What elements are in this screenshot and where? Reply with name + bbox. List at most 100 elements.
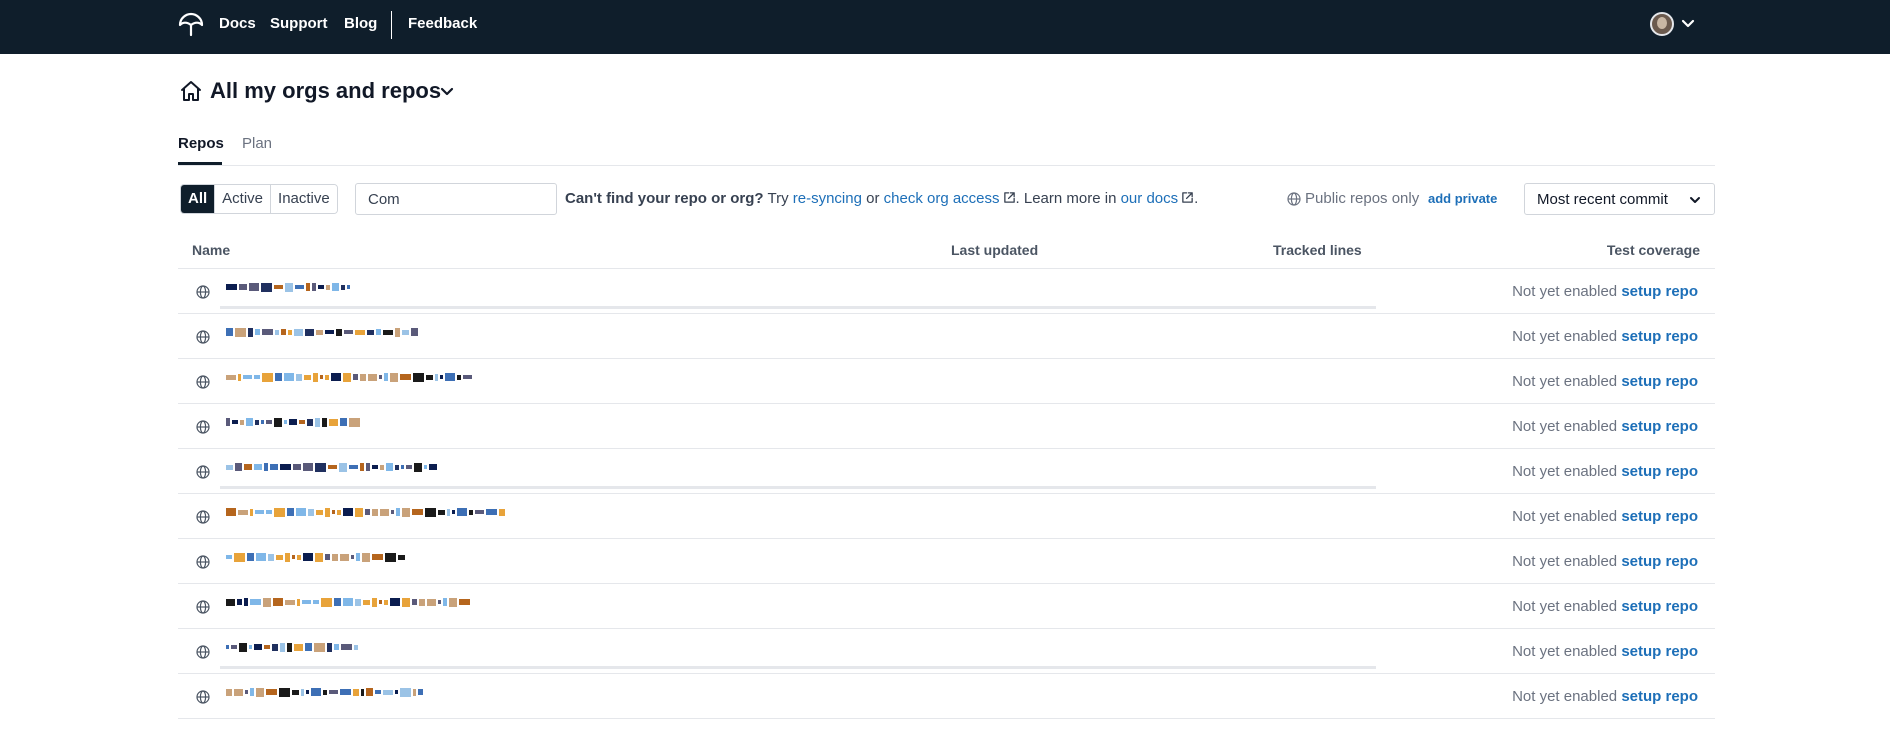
repo-search-input[interactable] [355, 183, 557, 215]
repo-name-redacted[interactable] [226, 640, 358, 654]
nav-feedback-link[interactable]: Feedback [408, 15, 477, 32]
globe-icon [196, 645, 210, 659]
redacted-pixel [279, 687, 290, 697]
redacted-pixel [406, 465, 412, 469]
filter-all-button[interactable]: All [181, 185, 215, 213]
our-docs-link[interactable]: our docs [1121, 190, 1179, 207]
tab-repos[interactable]: Repos [178, 135, 224, 152]
coverage-status: Not yet enabled [1512, 643, 1618, 660]
redacted-pixel [274, 507, 285, 517]
nav-blog-link[interactable]: Blog [344, 15, 377, 32]
redacted-pixel [285, 282, 293, 292]
redacted-pixel [247, 553, 254, 561]
redacted-pixel [414, 462, 422, 472]
redacted-pixel [285, 599, 295, 605]
filter-active-button[interactable]: Active [214, 185, 271, 213]
redacted-pixel [353, 688, 359, 696]
nav-docs-link[interactable]: Docs [219, 15, 256, 32]
redacted-pixel [475, 510, 484, 514]
redacted-pixel [402, 597, 410, 607]
repo-name-redacted[interactable] [226, 415, 360, 429]
redacted-pixel [385, 552, 396, 562]
column-test-coverage[interactable]: Test coverage [1607, 242, 1700, 258]
coverage-cell: Not yet enabled setup repo [1512, 418, 1698, 435]
table-row[interactable]: Not yet enabled setup repo [178, 359, 1715, 404]
repo-name-redacted[interactable] [226, 685, 423, 699]
redacted-pixel [412, 599, 417, 605]
sort-select[interactable]: Most recent commit [1524, 183, 1715, 215]
tab-plan[interactable]: Plan [242, 135, 272, 152]
umbrella-logo-icon[interactable] [177, 12, 205, 38]
coverage-cell: Not yet enabled setup repo [1512, 283, 1698, 300]
table-row[interactable]: Not yet enabled setup repo [178, 674, 1715, 719]
column-tracked-lines[interactable]: Tracked lines [1273, 242, 1362, 258]
nav-support-link[interactable]: Support [270, 15, 328, 32]
table-row[interactable]: Not yet enabled setup repo [178, 584, 1715, 629]
filter-inactive-button[interactable]: Inactive [270, 185, 337, 213]
redacted-pixel [459, 599, 470, 605]
repo-name-redacted[interactable] [226, 550, 405, 564]
org-title[interactable]: All my orgs and repos [210, 78, 441, 104]
setup-repo-link[interactable]: setup repo [1621, 418, 1698, 435]
redacted-pixel [334, 598, 341, 606]
redacted-pixel [384, 599, 388, 605]
table-row[interactable]: Not yet enabled setup repo [178, 539, 1715, 584]
redacted-pixel [226, 374, 236, 380]
globe-icon [196, 690, 210, 704]
repo-name-redacted[interactable] [226, 460, 437, 474]
table-row[interactable]: Not yet enabled setup repo [178, 404, 1715, 449]
redacted-pixel [349, 417, 360, 427]
setup-repo-link[interactable]: setup repo [1621, 598, 1698, 615]
table-row[interactable]: Not yet enabled setup repo [178, 629, 1715, 674]
redacted-pixel [395, 690, 398, 694]
check-org-access-link[interactable]: check org access [884, 190, 1000, 207]
redacted-pixel [362, 552, 370, 562]
setup-repo-link[interactable]: setup repo [1621, 508, 1698, 525]
chevron-down-icon[interactable] [437, 82, 457, 102]
repo-name-redacted[interactable] [226, 595, 470, 609]
redacted-pixel [287, 508, 294, 516]
redacted-pixel [306, 690, 309, 694]
setup-repo-link[interactable]: setup repo [1621, 373, 1698, 390]
redacted-pixel [447, 508, 450, 516]
table-row[interactable]: Not yet enabled setup repo [178, 494, 1715, 539]
setup-repo-link[interactable]: setup repo [1621, 643, 1698, 660]
redacted-pixel [313, 372, 318, 382]
setup-repo-link[interactable]: setup repo [1621, 283, 1698, 300]
globe-icon [196, 420, 210, 434]
setup-repo-link[interactable]: setup repo [1621, 463, 1698, 480]
redacted-pixel [313, 600, 319, 604]
coverage-status: Not yet enabled [1512, 688, 1618, 705]
redacted-pixel [383, 329, 393, 335]
table-row[interactable]: Not yet enabled setup repo [178, 314, 1715, 359]
redacted-pixel [284, 373, 294, 381]
setup-repo-link[interactable]: setup repo [1621, 328, 1698, 345]
redacted-pixel [336, 328, 342, 336]
repo-name-redacted[interactable] [226, 280, 350, 294]
repo-name-redacted[interactable] [226, 505, 505, 519]
chevron-down-icon [1690, 197, 1700, 203]
redacted-pixel [240, 419, 244, 425]
column-last-updated[interactable]: Last updated [951, 242, 1038, 258]
redacted-pixel [334, 644, 339, 650]
repo-name-redacted[interactable] [226, 325, 418, 339]
redacted-pixel [274, 285, 283, 289]
redacted-pixel [443, 598, 447, 606]
table-row[interactable]: Not yet enabled setup repo [178, 269, 1715, 314]
user-avatar[interactable] [1650, 12, 1674, 36]
redacted-pixel [255, 510, 264, 514]
chevron-down-icon[interactable] [1679, 15, 1697, 33]
column-name[interactable]: Name [192, 242, 230, 258]
setup-repo-link[interactable]: setup repo [1621, 688, 1698, 705]
setup-repo-link[interactable]: setup repo [1621, 553, 1698, 570]
globe-icon [196, 375, 210, 389]
repo-help-text: Can't find your repo or org? Try re-sync… [565, 190, 1198, 207]
redacted-pixel [263, 597, 271, 607]
add-private-link[interactable]: add private [1428, 191, 1497, 206]
redacted-pixel [256, 553, 266, 561]
resync-link[interactable]: re-syncing [793, 190, 862, 207]
redacted-pixel [280, 464, 291, 470]
table-row[interactable]: Not yet enabled setup repo [178, 449, 1715, 494]
repo-name-redacted[interactable] [226, 370, 472, 384]
redacted-pixel [297, 598, 300, 606]
